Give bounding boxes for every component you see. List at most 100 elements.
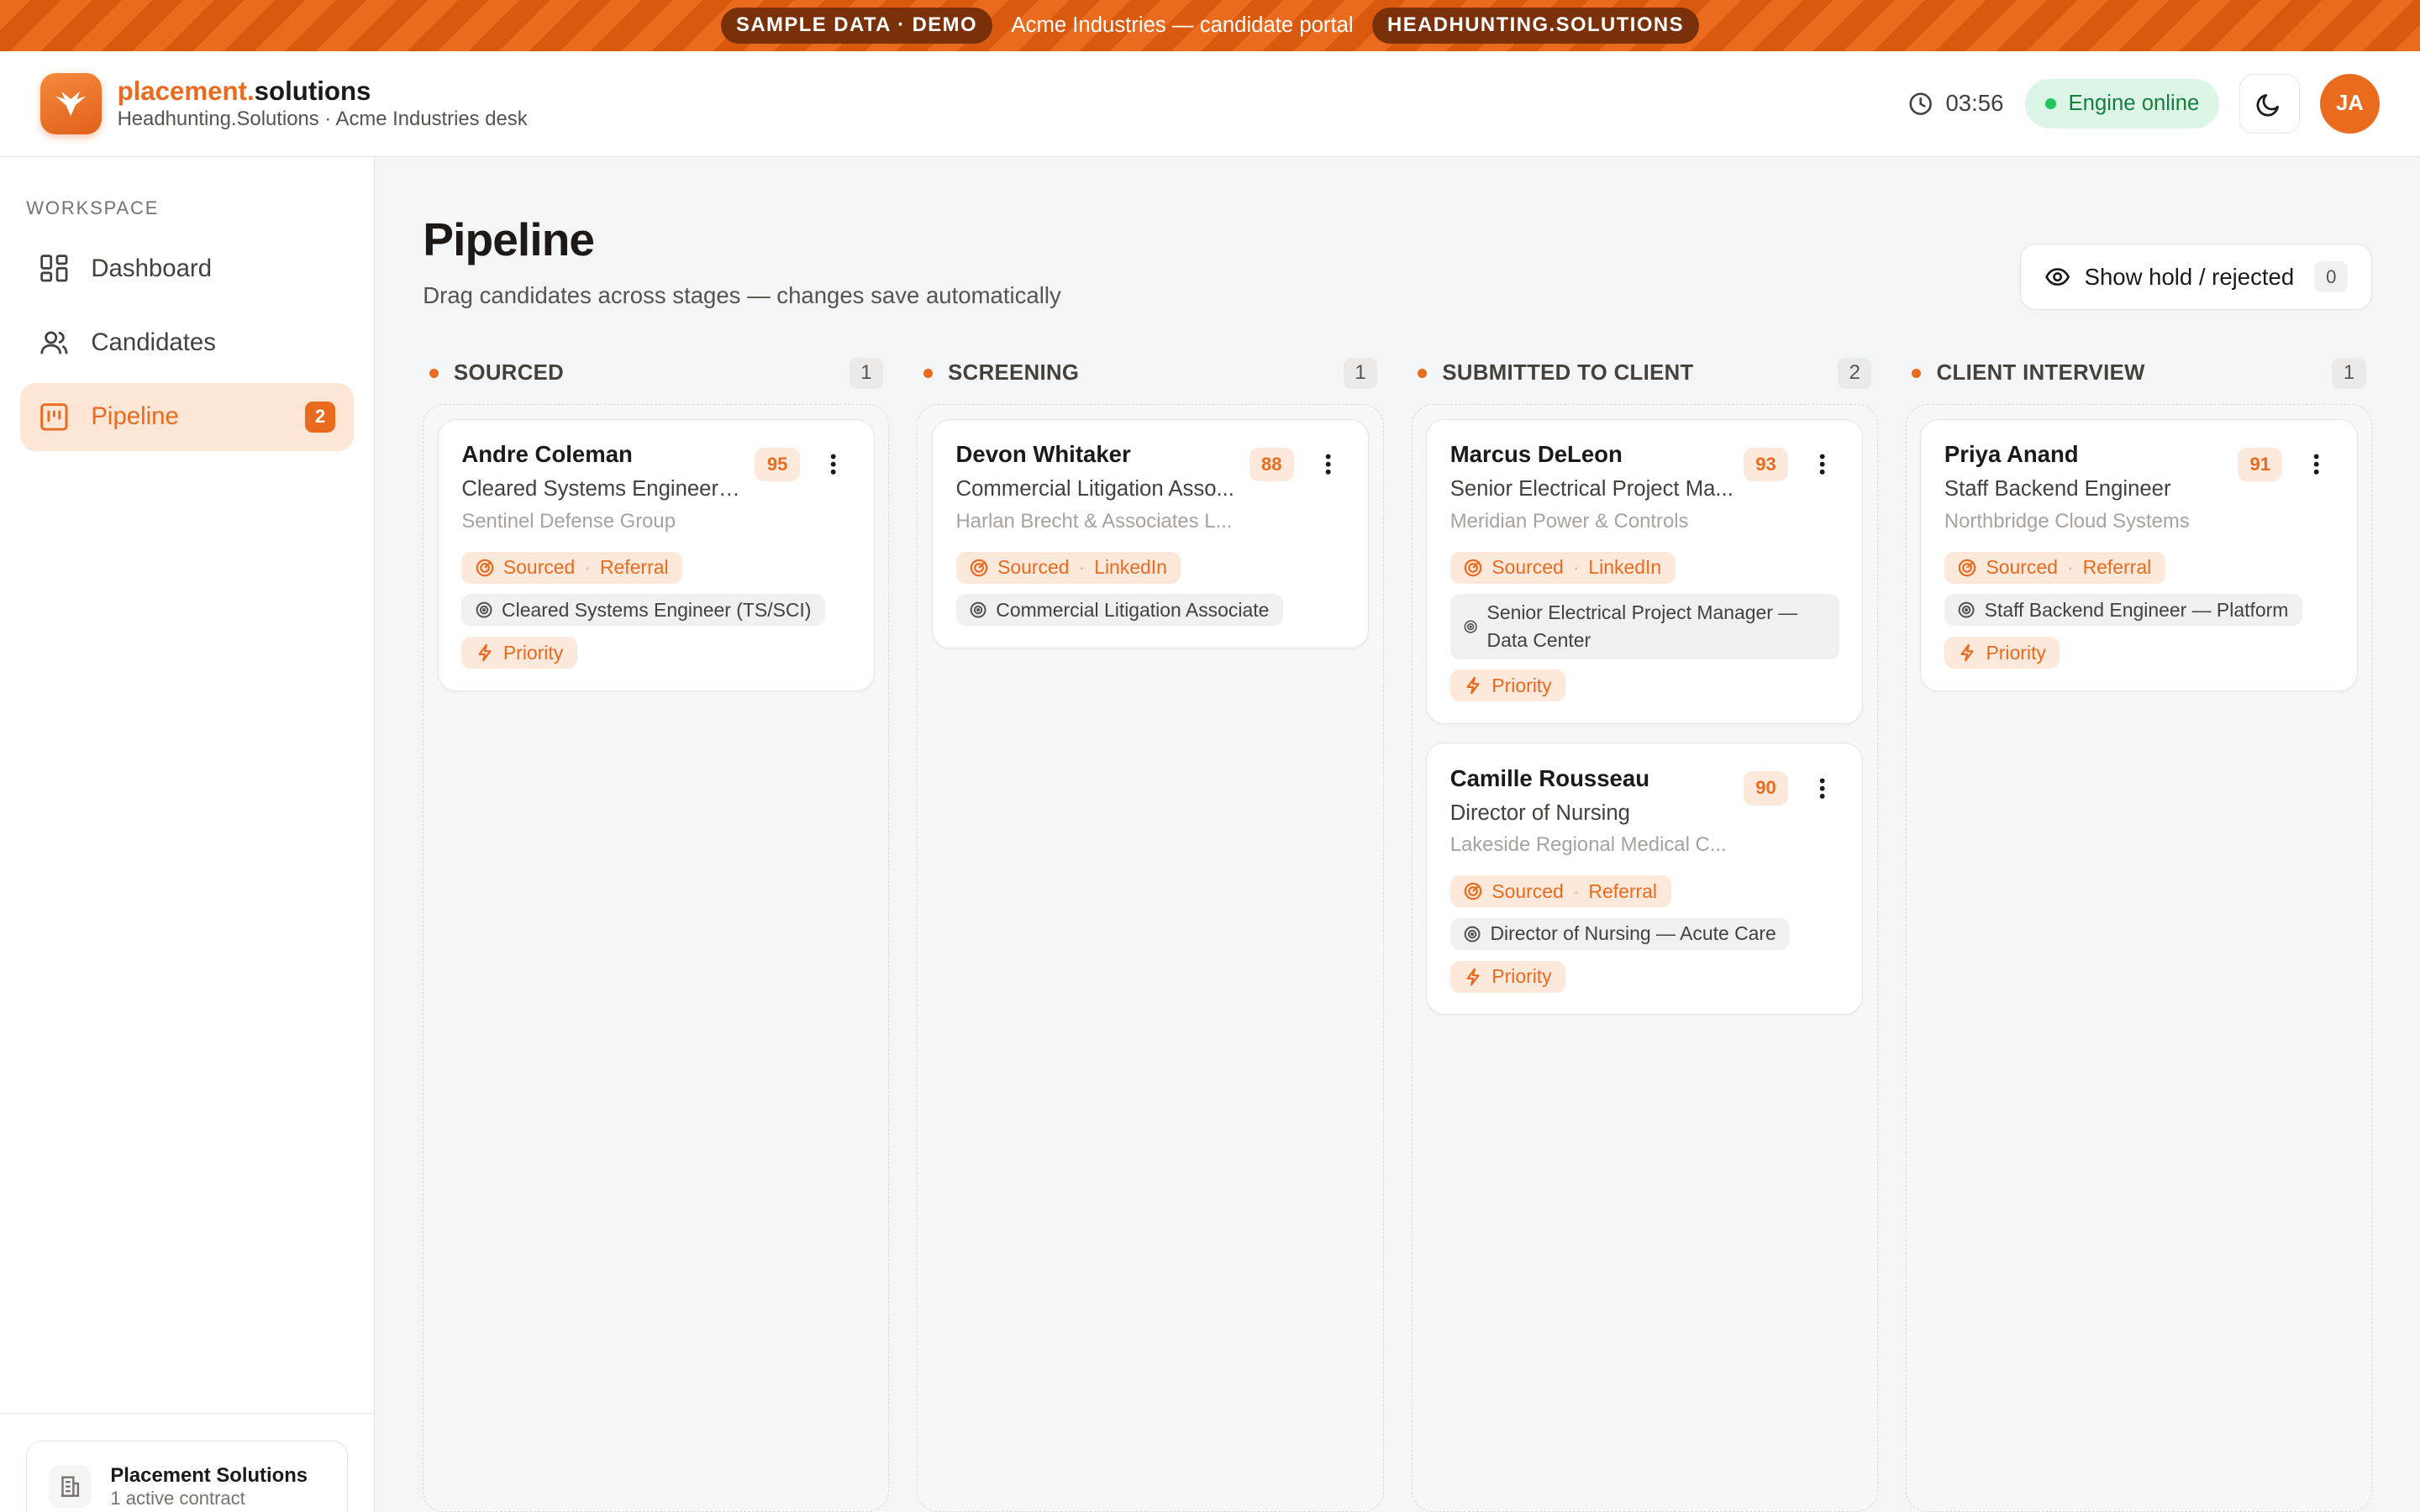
more-vertical-icon: [1325, 454, 1331, 475]
radar-icon: [1464, 882, 1482, 900]
org-name: Placement Solutions: [110, 1463, 308, 1487]
status-dot: [2045, 98, 2056, 109]
logo-icon[interactable]: [39, 72, 103, 135]
eye-icon: [2044, 268, 2070, 286]
column-header: SOURCED 1: [423, 352, 889, 395]
radar-icon: [476, 559, 494, 576]
column-count: 2: [1838, 358, 1872, 389]
role-chip: Cleared Systems Engineer (TS/SCI): [461, 594, 825, 627]
column-header: SUBMITTED TO CLIENT 2: [1412, 352, 1878, 395]
column-sourced: SOURCED 1 Andre Coleman Cleared Systems …: [423, 352, 890, 1512]
bolt-icon: [478, 644, 492, 662]
clock-time: 03:56: [1945, 90, 2004, 117]
app-root: SAMPLE DATA · DEMO Acme Industries — can…: [0, 0, 2420, 1512]
candidate-card[interactable]: Marcus DeLeon Senior Electrical Project …: [1426, 418, 1864, 725]
match-score-badge: 93: [1743, 447, 1789, 482]
stage-dot: [1418, 368, 1428, 378]
candidate-card[interactable]: Priya Anand Staff Backend Engineer North…: [1920, 418, 2358, 692]
bolt-icon: [1960, 644, 1974, 662]
theme-toggle-button[interactable]: [2239, 73, 2300, 134]
building-icon: [48, 1465, 92, 1509]
stage-dot: [1912, 368, 1922, 378]
target-icon: [970, 602, 986, 618]
column-dropzone[interactable]: Andre Coleman Cleared Systems Engineer (…: [423, 404, 890, 1512]
column-count: 1: [2332, 358, 2366, 389]
radar-icon: [1959, 559, 1976, 576]
column-count: 1: [1343, 358, 1378, 389]
priority-chip: Priority: [1449, 960, 1566, 993]
source-chip: Sourced · LinkedIn: [955, 551, 1181, 584]
show-hold-rejected-label: Show hold / rejected: [2084, 263, 2295, 290]
demo-banner: SAMPLE DATA · DEMO Acme Industries — can…: [0, 0, 2420, 51]
column-dropzone[interactable]: Devon Whitaker Commercial Litigation Ass…: [917, 404, 1384, 1512]
card-menu-button[interactable]: [1318, 448, 1337, 481]
sidebar-item-candidates[interactable]: Candidates: [20, 309, 355, 377]
card-menu-button[interactable]: [2307, 448, 2326, 481]
sidebar-item-label: Dashboard: [91, 254, 213, 282]
column-title: SUBMITTED TO CLIENT: [1442, 360, 1694, 385]
candidate-title: Staff Backend Engineer: [1944, 477, 2171, 501]
demo-badge: SAMPLE DATA · DEMO: [720, 7, 993, 44]
column-header: CLIENT INTERVIEW 1: [1906, 352, 2372, 395]
candidate-title: Senior Electrical Project Ma...: [1449, 477, 1733, 501]
radar-icon: [1464, 559, 1482, 576]
candidate-card[interactable]: Devon Whitaker Commercial Litigation Ass…: [931, 418, 1370, 649]
sidebar: WORKSPACE Dashboard Candidates Pipeline …: [0, 157, 376, 1512]
show-hold-rejected-button[interactable]: Show hold / rejected 0: [2020, 244, 2372, 311]
priority-chip: Priority: [461, 637, 577, 669]
match-score-badge: 95: [755, 447, 800, 482]
match-score-badge: 88: [1249, 447, 1294, 482]
engine-status-badge: Engine online: [2025, 79, 2220, 129]
banner-text: Acme Industries — candidate portal: [1011, 13, 1354, 37]
column-title: CLIENT INTERVIEW: [1936, 360, 2145, 385]
candidate-title: Director of Nursing: [1449, 801, 1630, 825]
users-icon: [40, 331, 68, 354]
more-vertical-icon: [831, 454, 837, 475]
more-vertical-icon: [1819, 454, 1825, 475]
role-chip: Staff Backend Engineer — Platform: [1944, 594, 2302, 627]
column-submitted-to-client: SUBMITTED TO CLIENT 2 Marcus DeLeon Seni…: [1411, 352, 1878, 1512]
session-clock: 03:56: [1908, 90, 2003, 117]
candidate-title: Cleared Systems Engineer (T...: [461, 477, 746, 501]
card-menu-button[interactable]: [1813, 771, 1832, 805]
sidebar-item-pipeline[interactable]: Pipeline 2: [19, 382, 355, 451]
candidate-card[interactable]: Andre Coleman Cleared Systems Engineer (…: [437, 418, 875, 692]
card-menu-button[interactable]: [824, 448, 843, 481]
grid-icon: [40, 255, 68, 282]
sidebar-item-dashboard[interactable]: Dashboard: [20, 234, 355, 302]
role-chip: Senior Electrical Project Manager — Data…: [1449, 594, 1839, 659]
target-icon: [1464, 926, 1481, 942]
sidebar-section-title: WORKSPACE: [26, 197, 160, 219]
sidebar-footer: Placement Solutions 1 active contract: [0, 1413, 375, 1512]
bolt-icon: [1466, 968, 1480, 986]
clock-icon: [1909, 92, 1933, 115]
column-count: 1: [849, 358, 884, 389]
hidden-count-badge: 0: [2314, 261, 2349, 293]
candidate-card[interactable]: Camille Rousseau Director of Nursing Lak…: [1426, 743, 1864, 1016]
column-screening: SCREENING 1 Devon Whitaker Commercial Li…: [917, 352, 1384, 1512]
source-chip: Sourced · LinkedIn: [1449, 551, 1676, 584]
radar-icon: [970, 559, 988, 576]
source-chip: Sourced · Referral: [1944, 551, 2165, 584]
column-client-interview: CLIENT INTERVIEW 1 Priya Anand Staff Bac…: [1905, 352, 2373, 1512]
brand-subtitle: Headhunting.Solutions · Acme Industries …: [117, 108, 528, 131]
candidate-title: Commercial Litigation Asso...: [955, 477, 1234, 501]
more-vertical-icon: [2313, 454, 2319, 475]
column-dropzone[interactable]: Marcus DeLeon Senior Electrical Project …: [1411, 404, 1878, 1512]
column-dropzone[interactable]: Priya Anand Staff Backend Engineer North…: [1905, 404, 2373, 1512]
source-chip: Sourced · Referral: [1449, 875, 1671, 908]
candidate-company: Lakeside Regional Medical C...: [1449, 833, 1727, 857]
card-menu-button[interactable]: [1813, 448, 1832, 481]
sidebar-item-label: Pipeline: [91, 402, 179, 431]
kanban-board: SOURCED 1 Andre Coleman Cleared Systems …: [423, 352, 2373, 1512]
pipeline-count-badge: 2: [304, 401, 336, 433]
user-avatar[interactable]: JA: [2319, 73, 2381, 134]
sidebar-item-label: Candidates: [91, 328, 216, 356]
moon-icon: [2256, 93, 2280, 117]
brand: placement.solutions Headhunting.Solution…: [118, 76, 528, 132]
match-score-badge: 91: [2238, 447, 2283, 482]
org-switcher[interactable]: Placement Solutions 1 active contract: [26, 1440, 349, 1512]
column-title: SCREENING: [948, 360, 1080, 385]
stage-dot: [429, 368, 439, 378]
bolt-icon: [1466, 677, 1480, 695]
